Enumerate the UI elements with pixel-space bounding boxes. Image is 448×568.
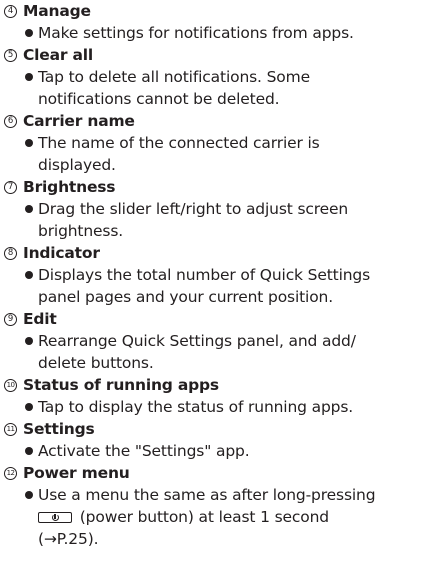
entry-title: Brightness (23, 178, 116, 196)
manual-page: 4 Manage Make settings for notifications… (0, 0, 448, 568)
circled-number: 6 (4, 114, 17, 128)
entry-title: Carrier name (23, 112, 135, 130)
entry-clear-all: 5 Clear all Tap to delete all notificati… (4, 44, 448, 110)
entry-heading: 4 Manage (4, 0, 448, 22)
entry-indicator: 8 Indicator Displays the total number of… (4, 242, 448, 308)
entry-settings: 11 Settings Activate the "Settings" app. (4, 418, 448, 462)
bullet-icon (25, 73, 33, 81)
entry-title: Clear all (23, 46, 93, 64)
bullet-text: Activate the "Settings" app. (4, 440, 448, 462)
bullet-icon (25, 491, 33, 499)
entry-title: Status of running apps (23, 376, 219, 394)
entry-brightness: 7 Brightness Drag the slider left/right … (4, 176, 448, 242)
entry-heading: 9 Edit (4, 308, 448, 330)
circled-number: 5 (4, 48, 17, 62)
entry-heading: 7 Brightness (4, 176, 448, 198)
circled-number: 12 (4, 466, 17, 480)
circled-number: 4 (4, 4, 17, 18)
bullet-text: Displays the total number of Quick Setti… (4, 264, 448, 308)
entry-title: Settings (23, 420, 95, 438)
entry-carrier-name: 6 Carrier name The name of the connected… (4, 110, 448, 176)
bullet-icon (25, 271, 33, 279)
bullet-text: Rearrange Quick Settings panel, and add/… (4, 330, 448, 374)
entry-title: Power menu (23, 464, 130, 482)
bullet-text: Tap to delete all notifications. Some no… (4, 66, 448, 110)
bullet-icon (25, 205, 33, 213)
bullet-text: Use a menu the same as after long-pressi… (4, 484, 448, 550)
bullet-text: Drag the slider left/right to adjust scr… (4, 198, 448, 242)
entry-title: Indicator (23, 244, 100, 262)
circled-number: 11 (4, 422, 17, 436)
entry-heading: 5 Clear all (4, 44, 448, 66)
entry-manage: 4 Manage Make settings for notifications… (4, 0, 448, 44)
bullet-text: Make settings for notifications from app… (4, 22, 448, 44)
entry-heading: 8 Indicator (4, 242, 448, 264)
circled-number: 7 (4, 180, 17, 194)
bullet-text: The name of the connected carrier is dis… (4, 132, 448, 176)
circled-number: 9 (4, 312, 17, 326)
circled-number: 8 (4, 246, 17, 260)
bullet-icon (25, 139, 33, 147)
power-button-icon (38, 512, 72, 523)
bullet-text: Tap to display the status of running app… (4, 396, 448, 418)
entry-title: Edit (23, 310, 57, 328)
entry-heading: 6 Carrier name (4, 110, 448, 132)
entry-status-of-running-apps: 10 Status of running apps Tap to display… (4, 374, 448, 418)
bullet-icon (25, 447, 33, 455)
bullet-icon (25, 29, 33, 37)
entry-edit: 9 Edit Rearrange Quick Settings panel, a… (4, 308, 448, 374)
entry-heading: 12 Power menu (4, 462, 448, 484)
entry-title: Manage (23, 2, 91, 20)
entry-heading: 11 Settings (4, 418, 448, 440)
entry-heading: 10 Status of running apps (4, 374, 448, 396)
entry-power-menu: 12 Power menu Use a menu the same as aft… (4, 462, 448, 550)
bullet-icon (25, 337, 33, 345)
bullet-icon (25, 403, 33, 411)
circled-number: 10 (4, 378, 17, 392)
